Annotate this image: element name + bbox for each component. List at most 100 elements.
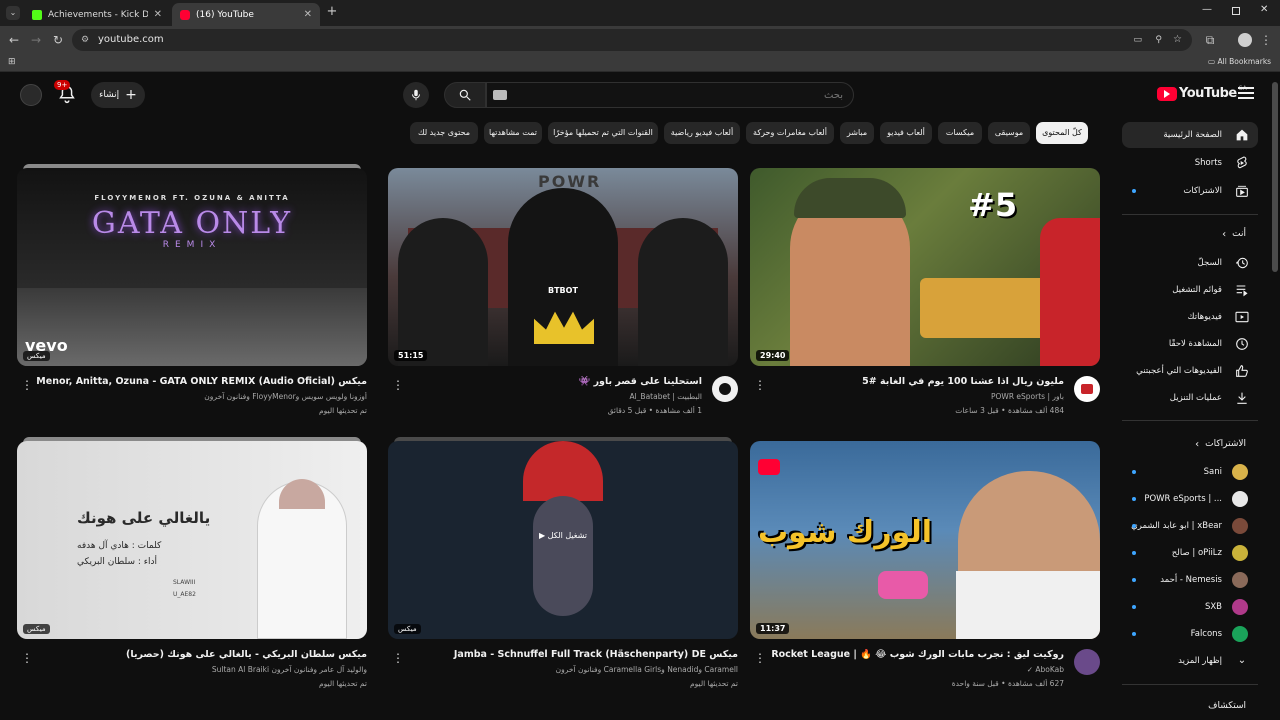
sidebar-show-more[interactable]: إظهار المزيد ⌄	[1122, 648, 1258, 674]
chip-video-games[interactable]: ألعاب فيديو	[880, 122, 932, 144]
back-icon[interactable]: ←	[6, 32, 22, 48]
video-channel[interactable]: باور | POWR eSports	[764, 392, 1064, 401]
sidebar-item-watch-later[interactable]: المشاهدة لاحقًا	[1122, 331, 1258, 357]
sidebar-item-shorts[interactable]: Shorts	[1122, 150, 1258, 176]
video-title[interactable]: ميكس Jamba - Schnuffel Full Track (Häsch…	[408, 649, 738, 660]
thumb-overlay-text: #5	[968, 186, 1018, 224]
video-thumbnail[interactable]: #5 29:40	[750, 168, 1100, 366]
video-thumbnail[interactable]: ▶ تشغيل الكل ميكس	[388, 441, 738, 639]
address-bar[interactable]: ⚙ youtube.com ▭ ⚲ ☆	[72, 29, 1192, 51]
download-icon	[1237, 392, 1247, 404]
sidebar-item-home[interactable]: الصفحة الرئيسية	[1122, 122, 1258, 148]
close-tab-icon[interactable]: ✕	[304, 9, 312, 20]
chip-sports-games[interactable]: ألعاب فيديو رياضية	[664, 122, 740, 144]
apps-icon[interactable]: ⊞	[8, 57, 16, 67]
video-channel[interactable]: البطبيت | Al_Batabet	[402, 392, 702, 401]
sidebar-sub-sani[interactable]: Sani	[1122, 459, 1258, 485]
chip-watched[interactable]: تمت مشاهدتها	[484, 122, 542, 144]
video-channel[interactable]: Caramell وNenadid وCaramella Girls وفنان…	[408, 665, 738, 674]
video-channel[interactable]: أوزونا ولويس سويس وFloyyMenor وفنانون آخ…	[37, 392, 367, 401]
history-icon	[1236, 257, 1248, 269]
sidebar-item-downloads[interactable]: عمليات التنزيل	[1122, 385, 1258, 411]
guide-menu-icon[interactable]	[1238, 86, 1254, 100]
video-channel[interactable]: والوليد آل عامر وفنانون آخرون Sultan Al …	[37, 665, 367, 674]
create-button[interactable]: إنشاء +	[91, 82, 145, 108]
video-thumbnail[interactable]: POWR BTBOT 51:15	[388, 168, 738, 366]
channel-avatar[interactable]	[1074, 649, 1100, 675]
all-bookmarks[interactable]: ▭ All Bookmarks	[1208, 57, 1271, 66]
chip-action-adventure-games[interactable]: ألعاب مغامرات وحركة	[746, 122, 834, 144]
extensions-icon[interactable]: ⧉	[1202, 32, 1218, 48]
video-title[interactable]: ميكس سلطان البريكي - يالغالي على هونك (ح…	[37, 649, 367, 660]
chrome-menu-icon[interactable]: ⋮	[1258, 32, 1274, 48]
user-avatar[interactable]	[20, 84, 42, 106]
video-stats: 627 ألف مشاهدة • قبل سنة واحدة	[951, 679, 1064, 688]
more-options-icon[interactable]: ⋮	[21, 378, 33, 392]
minimize-icon[interactable]: —	[1202, 4, 1212, 15]
maximize-icon[interactable]	[1232, 7, 1240, 15]
channel-avatar[interactable]	[712, 376, 738, 402]
search-button[interactable]	[444, 82, 486, 108]
channel-avatar[interactable]	[1074, 376, 1100, 402]
video-thumbnail[interactable]: الورك شوب 11:37	[750, 441, 1100, 639]
video-thumbnail[interactable]: يالغالي على هونك كلمات : هادي آل هدفه أد…	[17, 441, 367, 639]
reload-icon[interactable]: ↻	[50, 32, 66, 48]
sidebar-sub-sxb[interactable]: SXB	[1122, 594, 1258, 620]
sidebar-sub-xbear[interactable]: ابو عابد الشمري | xBear	[1122, 513, 1258, 539]
sidebar-item-subscriptions[interactable]: الاشتراكات	[1122, 178, 1258, 204]
subscriptions-icon	[1236, 185, 1248, 197]
chip-recently-uploaded[interactable]: القنوات التي تم تحميلها مؤخرًا	[548, 122, 658, 144]
more-options-icon[interactable]: ⋮	[754, 651, 766, 665]
more-options-icon[interactable]: ⋮	[21, 651, 33, 665]
sidebar-subscriptions-header[interactable]: ‹ الاشتراكات	[1122, 432, 1258, 456]
sidebar-item-liked-videos[interactable]: الفيديوهات التي أعجبتني	[1122, 358, 1258, 384]
page-scrollbar[interactable]	[1270, 72, 1280, 720]
more-options-icon[interactable]: ⋮	[754, 378, 766, 392]
video-title[interactable]: ميكس FloyyMenor, Anitta, Ozuna - GATA ON…	[37, 376, 367, 387]
sidebar-sub-powr[interactable]: POWR eSports | ...	[1122, 486, 1258, 512]
close-window-icon[interactable]: ✕	[1260, 4, 1268, 15]
tab-kick-dashboard[interactable]: Achievements - Kick Dashboard ✕	[24, 3, 170, 26]
tab-list-button[interactable]: ⌄	[6, 6, 20, 20]
sidebar-item-playlists[interactable]: قوائم التشغيل	[1122, 277, 1258, 303]
scrollbar-thumb[interactable]	[1272, 82, 1278, 272]
search-box[interactable]	[486, 82, 854, 108]
youtube-logo[interactable]: YouTube SA	[1157, 85, 1247, 101]
sidebar-item-history[interactable]: السجلّ	[1122, 250, 1258, 276]
video-channel[interactable]: AboKab ✓	[764, 665, 1064, 674]
more-options-icon[interactable]: ⋮	[392, 651, 404, 665]
video-title[interactable]: روكيت ليق : نجرب مابات الورك شوب 😂 🔥 | R…	[764, 649, 1064, 660]
video-thumbnail[interactable]: FLOYYMENOR FT. OZUNA & ANITTA GATA ONLY …	[17, 168, 367, 366]
site-info-icon[interactable]: ⚙	[81, 29, 89, 51]
bookmark-star-icon[interactable]: ☆	[1173, 29, 1182, 51]
tab-label: (16) YouTube	[196, 9, 254, 20]
cast-icon[interactable]: ▭	[1133, 29, 1142, 51]
sidebar-sub-opiilz[interactable]: صالح | oPiiLz	[1122, 540, 1258, 566]
sidebar-item-label: فيديوهاتك	[1187, 312, 1222, 322]
sidebar-you-header[interactable]: ‹ أنت	[1122, 222, 1258, 246]
all-bookmarks-label: All Bookmarks	[1217, 57, 1272, 66]
notifications-button[interactable]: 9+	[54, 80, 78, 106]
play-all-overlay[interactable]: ▶ تشغيل الكل	[388, 531, 738, 540]
sidebar-item-your-videos[interactable]: فيديوهاتك	[1122, 304, 1258, 330]
keyboard-icon[interactable]	[493, 90, 507, 100]
chip-mixes[interactable]: ميكسات	[938, 122, 982, 144]
close-tab-icon[interactable]: ✕	[154, 9, 162, 20]
chip-all[interactable]: كلّ المحتوى	[1036, 122, 1088, 144]
profile-avatar[interactable]	[1238, 33, 1252, 47]
video-title[interactable]: مليون ريال اذا عشنا 100 يوم في الغابة #5	[764, 376, 1064, 387]
tab-youtube[interactable]: (16) YouTube ✕	[172, 3, 320, 26]
zoom-icon[interactable]: ⚲	[1155, 29, 1162, 51]
chip-music[interactable]: موسيقى	[988, 122, 1030, 144]
video-title[interactable]: استحلينا على قصر باور 👾	[402, 376, 702, 387]
chip-new-to-you[interactable]: محتوى جديد لك	[410, 122, 478, 144]
forward-icon[interactable]: →	[28, 32, 44, 48]
new-tab-button[interactable]: +	[325, 5, 339, 19]
subscriptions-header-label: الاشتراكات	[1205, 439, 1246, 449]
voice-search-button[interactable]	[403, 82, 429, 108]
search-input[interactable]	[487, 83, 853, 107]
chip-live[interactable]: مباشر	[840, 122, 874, 144]
sidebar-sub-falcons[interactable]: Falcons	[1122, 621, 1258, 647]
more-options-icon[interactable]: ⋮	[392, 378, 404, 392]
sidebar-sub-nemesis[interactable]: أحمد - Nemesis	[1122, 567, 1258, 593]
